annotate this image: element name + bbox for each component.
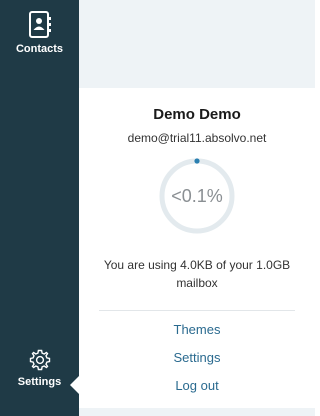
user-email: demo@trial11.absolvo.net — [127, 131, 267, 145]
sidebar-item-label: Contacts — [15, 43, 64, 55]
sidebar-item-settings[interactable]: Settings — [0, 344, 79, 410]
main-area: Demo Demo demo@trial11.absolvo.net <0.1%… — [79, 0, 315, 416]
themes-link[interactable]: Themes — [79, 322, 315, 337]
user-name: Demo Demo — [153, 106, 241, 123]
usage-ring: <0.1% — [157, 156, 237, 236]
sidebar: Contacts Settings — [0, 0, 79, 416]
usage-percent: <0.1% — [171, 186, 223, 206]
contacts-book-icon — [28, 11, 51, 38]
settings-link[interactable]: Settings — [79, 350, 315, 365]
settings-panel: Demo Demo demo@trial11.absolvo.net <0.1%… — [79, 88, 315, 408]
usage-description: You are using 4.0KB of your 1.0GB mailbo… — [103, 258, 291, 290]
sidebar-item-contacts[interactable]: Contacts — [0, 6, 79, 76]
divider — [99, 310, 295, 311]
logout-link[interactable]: Log out — [79, 378, 315, 393]
bottom-strip — [79, 408, 315, 416]
gear-icon — [29, 349, 50, 371]
top-bar — [79, 0, 315, 89]
sidebar-item-label: Settings — [17, 376, 62, 388]
active-indicator — [70, 376, 79, 394]
